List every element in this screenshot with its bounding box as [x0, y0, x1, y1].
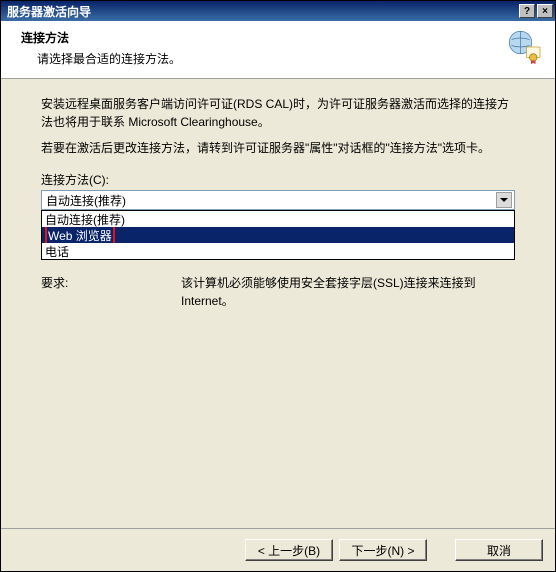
header-title: 连接方法	[21, 29, 181, 46]
requirements-row: 要求: 该计算机必须能够使用安全套接字层(SSL)连接来连接到 Internet…	[41, 274, 515, 310]
header-subtitle: 请选择最合适的连接方法。	[21, 50, 181, 67]
info-paragraph-2: 若要在激活后更改连接方法，请转到许可证服务器"属性"对话框的"连接方法"选项卡。	[41, 139, 515, 157]
wizard-footer: < 上一步(B) 下一步(N) > 取消	[1, 528, 555, 571]
connection-method-label: 连接方法(C):	[41, 171, 515, 188]
requirements-label: 要求:	[41, 274, 181, 310]
connection-method-combo-wrap: 自动连接(推荐) 自动连接(推荐) Web 浏览器 电话	[41, 190, 515, 210]
back-button[interactable]: < 上一步(B)	[245, 539, 333, 561]
wizard-body: 安装远程桌面服务客户端访问许可证(RDS CAL)时，为许可证服务器激活而选择的…	[1, 79, 555, 528]
cancel-button[interactable]: 取消	[455, 539, 543, 561]
combo-selected-text: 自动连接(推荐)	[44, 192, 126, 209]
window-title: 服务器激活向导	[7, 3, 91, 20]
close-button[interactable]: ×	[537, 4, 553, 18]
connection-method-dropdown: 自动连接(推荐) Web 浏览器 电话	[41, 210, 515, 260]
next-button[interactable]: 下一步(N) >	[339, 539, 427, 561]
button-gap	[433, 539, 449, 561]
certificate-icon	[507, 29, 543, 68]
titlebar: 服务器激活向导 ? ×	[1, 1, 555, 21]
info-paragraph-1: 安装远程桌面服务客户端访问许可证(RDS CAL)时，为许可证服务器激活而选择的…	[41, 95, 515, 131]
connection-method-combobox[interactable]: 自动连接(推荐)	[41, 190, 515, 210]
combo-dropdown-button[interactable]	[496, 192, 512, 208]
wizard-header: 连接方法 请选择最合适的连接方法。	[1, 21, 555, 79]
requirements-text: 该计算机必须能够使用安全套接字层(SSL)连接来连接到 Internet。	[181, 274, 515, 310]
option-web-browser[interactable]: Web 浏览器	[42, 227, 514, 243]
option-auto-connect[interactable]: 自动连接(推荐)	[42, 211, 514, 227]
help-button[interactable]: ?	[519, 4, 535, 18]
header-text: 连接方法 请选择最合适的连接方法。	[21, 29, 181, 67]
window-buttons: ? ×	[519, 4, 553, 18]
option-phone[interactable]: 电话	[42, 243, 514, 259]
wizard-window: 服务器激活向导 ? × 连接方法 请选择最合适的连接方法。 安装远程桌面服务客户…	[0, 0, 556, 572]
chevron-down-icon	[500, 196, 508, 204]
